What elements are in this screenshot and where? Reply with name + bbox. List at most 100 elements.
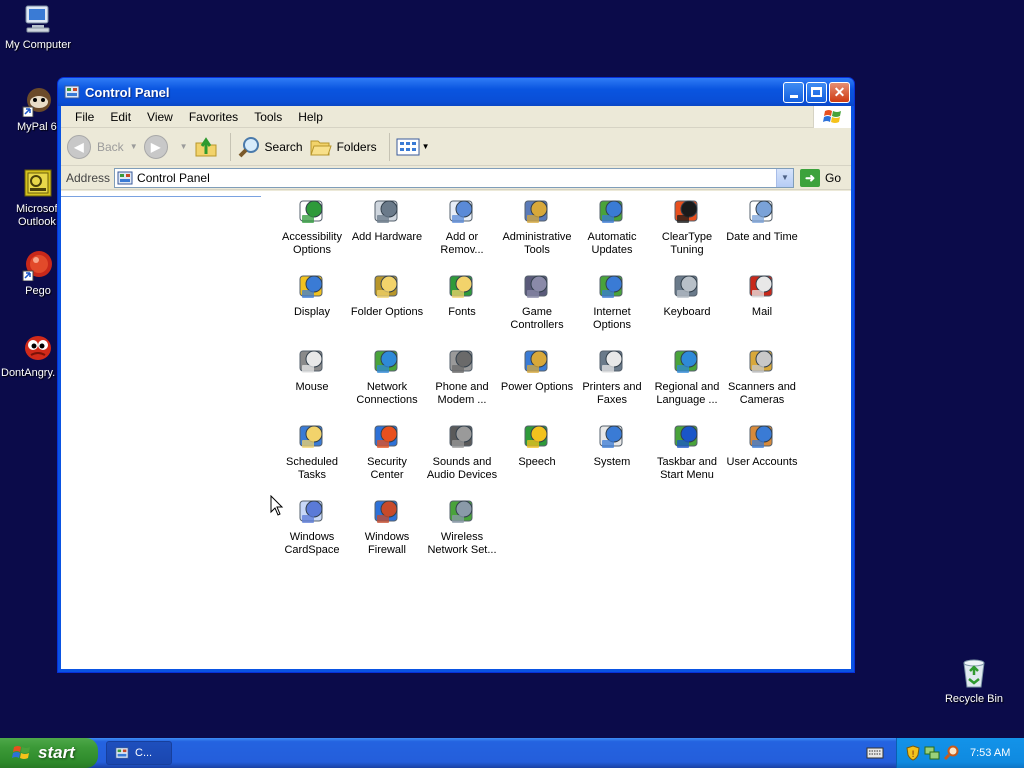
forward-button[interactable]: ▶ ▼ [143,134,188,159]
cp-item-taskbar-start-menu[interactable]: Taskbar and Start Menu [648,419,726,482]
cp-item-keyboard[interactable]: Keyboard [648,269,726,319]
cp-item-mail[interactable]: Mail [723,269,801,319]
up-folder-icon [195,136,217,156]
recycle-bin-icon [957,656,991,690]
cp-item-game-controllers[interactable]: Game Controllers [498,269,576,332]
sounds-audio-icon [445,419,479,453]
title-bar[interactable]: Control Panel ✕ [58,78,854,106]
address-dropdown-button[interactable]: ▼ [775,168,793,187]
cp-item-label-line1: Fonts [448,306,476,318]
menu-help[interactable]: Help [290,110,331,124]
cp-item-internet-options[interactable]: Internet Options [573,269,651,332]
views-button[interactable]: ▼ [396,137,430,157]
regional-language-icon [670,344,704,378]
taskbar-start-menu-icon [670,419,704,453]
cp-item-label-line2: Remov... [440,244,484,256]
system-icon [595,419,629,453]
minimize-button[interactable] [783,81,804,103]
cp-item-label-line1: Taskbar and [657,456,717,468]
menu-view[interactable]: View [139,110,181,124]
security-shield-icon[interactable]: ! [905,745,921,761]
standard-toolbar: ◀ Back ▼ ▶ ▼ Search Folders ▼ [61,128,851,166]
cp-item-scheduled-tasks[interactable]: Scheduled Tasks [273,419,351,482]
cp-item-cardspace[interactable]: Windows CardSpace [273,494,351,557]
network-icon[interactable] [924,745,940,761]
cp-item-security-center[interactable]: Security Center [348,419,426,482]
cp-item-scanners-cameras[interactable]: Scanners and Cameras [723,344,801,407]
cardspace-icon [295,494,329,528]
windows-logo-icon [813,106,851,128]
cp-item-label-line1: Speech [518,456,556,468]
cp-item-label-line2: Tasks [297,469,327,481]
cp-item-date-time[interactable]: Date and Time [723,194,801,244]
go-button[interactable]: ➜ Go [799,168,841,187]
windows-firewall-icon [370,494,404,528]
back-button[interactable]: ◀ Back ▼ [67,134,138,159]
views-dropdown-icon[interactable]: ▼ [422,142,430,151]
add-remove-programs-icon [445,194,479,228]
cp-item-sounds-audio[interactable]: Sounds and Audio Devices [423,419,501,482]
cp-item-fonts[interactable]: Fonts [423,269,501,319]
desktop-icon-label: My Computer [4,39,72,51]
my-computer-icon [21,2,55,36]
control-panel-content: Accessibility Options Add Hardware Add or Re… [61,191,851,669]
cp-item-windows-firewall[interactable]: Windows Firewall [348,494,426,557]
internet-options-icon [595,269,629,303]
minimize-icon [789,94,798,98]
cp-item-accessibility[interactable]: Accessibility Options [273,194,351,257]
maximize-button[interactable] [806,81,827,103]
control-panel-window: Control Panel ✕ File Edit View Favorites… [57,77,855,673]
address-field[interactable]: Control Panel ▼ [114,167,794,188]
menu-tools[interactable]: Tools [246,110,290,124]
speech-icon [520,419,554,453]
cp-item-add-remove-programs[interactable]: Add or Remov... [423,194,501,257]
cp-item-regional-language[interactable]: Regional and Language ... [648,344,726,407]
forward-arrow-icon: ▶ [143,134,168,159]
views-icon [396,138,420,155]
add-hardware-icon [370,194,404,228]
network-connections-icon [370,344,404,378]
up-folder-button[interactable] [194,135,218,159]
cp-item-power-options[interactable]: Power Options [498,344,576,394]
cp-item-label-line2: CardSpace [284,544,340,556]
cp-item-system[interactable]: System [573,419,651,469]
close-button[interactable]: ✕ [829,81,850,103]
cp-item-mouse[interactable]: Mouse [273,344,351,394]
search-label: Search [264,139,303,154]
control-panel-icon [115,747,129,759]
menu-edit[interactable]: Edit [102,110,139,124]
cp-item-label-line2: Updates [591,244,633,256]
search-tray-icon[interactable] [943,745,959,761]
folder-options-icon [370,269,404,303]
cp-item-display[interactable]: Display [273,269,351,319]
folders-button[interactable]: Folders [309,135,377,159]
start-button[interactable]: start [0,738,98,768]
cp-item-printers-faxes[interactable]: Printers and Faxes [573,344,651,407]
cp-item-folder-options[interactable]: Folder Options [348,269,426,319]
back-arrow-icon: ◀ [67,134,91,159]
cp-item-administrative-tools[interactable]: Administrative Tools [498,194,576,257]
cp-item-speech[interactable]: Speech [498,419,576,469]
menu-favorites[interactable]: Favorites [181,110,246,124]
cp-item-cleartype[interactable]: ClearType Tuning [648,194,726,257]
cp-item-wireless-network[interactable]: Wireless Network Set... [423,494,501,557]
cp-item-network-connections[interactable]: Network Connections [348,344,426,407]
desktop-icon-recycle-bin[interactable]: Recycle Bin [934,656,1014,706]
cp-item-user-accounts[interactable]: User Accounts [723,419,801,469]
cp-item-label-line2: Start Menu [660,469,714,481]
cp-item-phone-modem[interactable]: Phone and Modem ... [423,344,501,407]
cp-item-label-line1: System [593,456,631,468]
cp-item-label-line1: Scheduled [286,456,338,468]
cp-item-label-line2: Center [370,469,404,481]
keyboard-tray-icon[interactable] [866,746,884,760]
back-dropdown-icon[interactable]: ▼ [130,142,138,151]
taskbar-button-control-panel[interactable]: C... [106,741,172,765]
desktop-icon-my-computer[interactable]: My Computer [0,2,78,52]
search-button[interactable]: Search [237,135,303,159]
forward-dropdown-icon[interactable]: ▼ [180,142,188,151]
cp-item-add-hardware[interactable]: Add Hardware [348,194,426,244]
cp-item-label-line1: Mouse [295,381,329,393]
cp-item-automatic-updates[interactable]: Automatic Updates [573,194,651,257]
menu-file[interactable]: File [67,110,102,124]
cp-item-label-line1: Network [366,381,408,393]
